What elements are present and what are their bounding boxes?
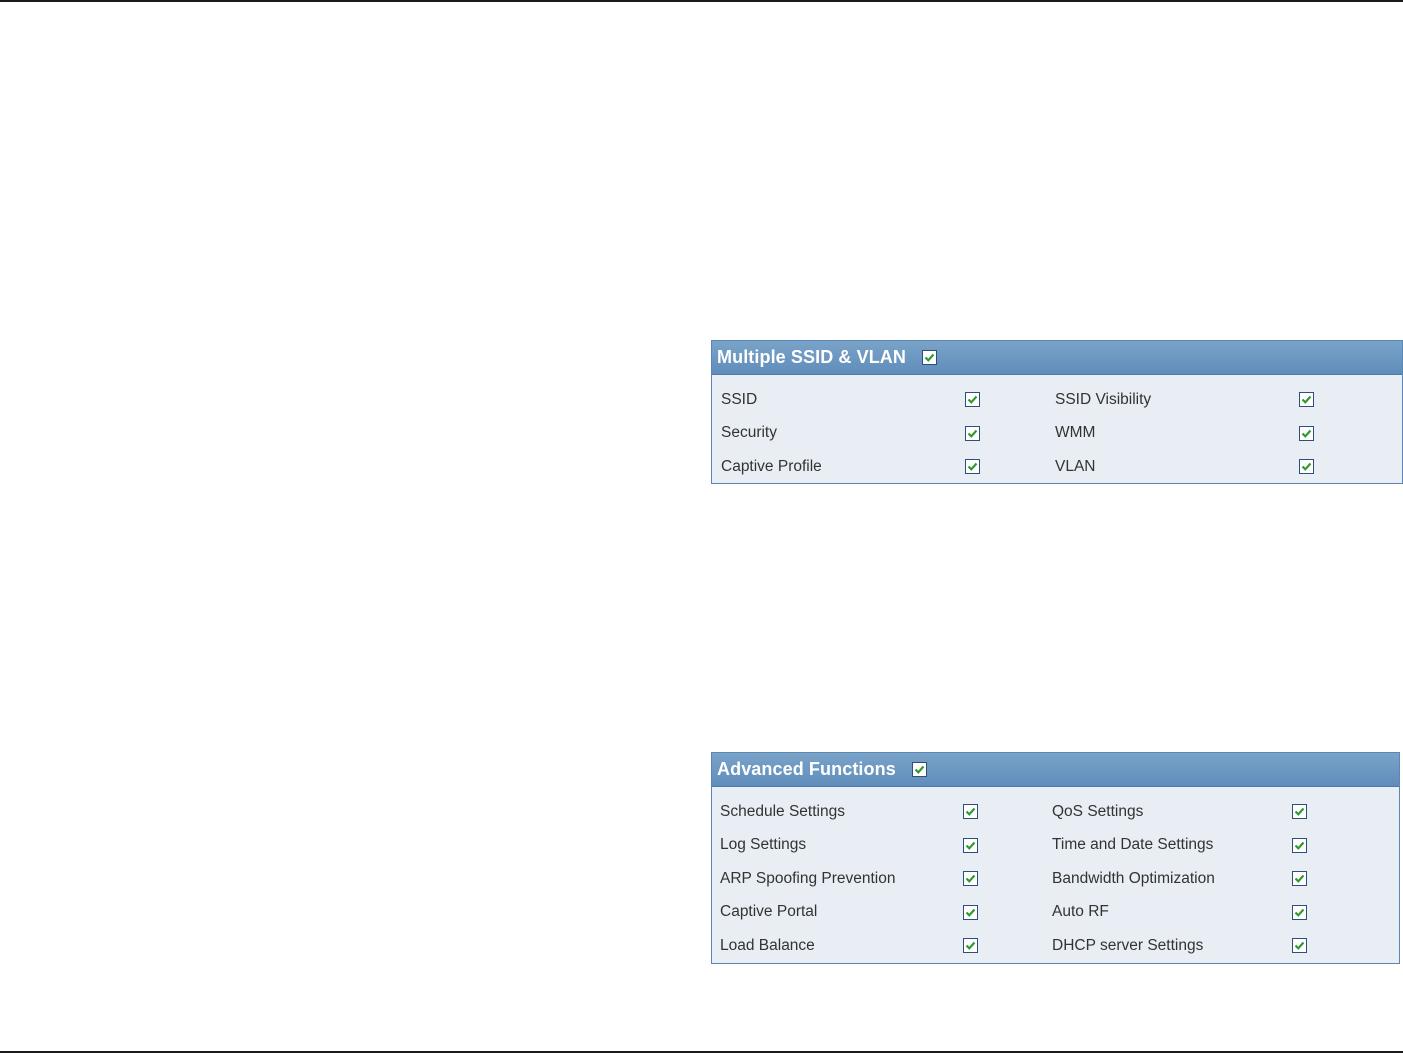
checkmark-icon	[924, 353, 935, 362]
multiple-ssid-vlan-panel: Multiple SSID & VLAN SSID SSID Visibilit…	[711, 340, 1403, 484]
load-balance-label: Load Balance	[720, 936, 815, 954]
checkmark-icon	[967, 463, 978, 472]
checkmark-icon	[965, 908, 976, 917]
vlan-label: VLAN	[1055, 457, 1096, 475]
dhcp-server-settings-checkbox[interactable]	[1292, 938, 1307, 954]
checkmark-icon	[965, 841, 976, 850]
schedule-settings-label: Schedule Settings	[720, 802, 845, 820]
qos-settings-checkbox[interactable]	[1292, 804, 1307, 820]
bandwidth-optimization-label: Bandwidth Optimization	[1052, 869, 1215, 887]
checkmark-icon	[965, 942, 976, 951]
table-row: Captive Portal Auto RF	[712, 896, 1399, 930]
panel-header: Advanced Functions	[712, 753, 1399, 787]
table-row: Log Settings Time and Date Settings	[712, 829, 1399, 863]
vlan-checkbox[interactable]	[1299, 459, 1314, 475]
arp-spoofing-label: ARP Spoofing Prevention	[720, 869, 896, 887]
checkmark-icon	[965, 875, 976, 884]
checkmark-icon	[1301, 463, 1312, 472]
ssid-visibility-label: SSID Visibility	[1055, 390, 1152, 408]
panel-title: Advanced Functions	[717, 759, 896, 779]
log-settings-label: Log Settings	[720, 836, 807, 854]
bottom-rule	[0, 1051, 1403, 1053]
load-balance-checkbox[interactable]	[963, 938, 978, 954]
captive-portal-label: Captive Portal	[720, 903, 818, 921]
captive-profile-checkbox[interactable]	[965, 459, 980, 475]
wmm-label: WMM	[1055, 424, 1096, 442]
table-row: Schedule Settings QoS Settings	[712, 795, 1399, 829]
security-checkbox[interactable]	[965, 425, 980, 441]
ssid-visibility-checkbox[interactable]	[1299, 392, 1314, 408]
checkmark-icon	[1301, 396, 1312, 405]
wmm-checkbox[interactable]	[1299, 425, 1314, 441]
ssid-label: SSID	[721, 390, 758, 408]
dhcp-server-settings-label: DHCP server Settings	[1052, 936, 1204, 954]
checkmark-icon	[1294, 908, 1305, 917]
checkmark-icon	[1294, 942, 1305, 951]
advanced-functions-checkbox[interactable]	[911, 762, 927, 777]
auto-rf-checkbox[interactable]	[1292, 904, 1307, 920]
panel-header: Multiple SSID & VLAN	[712, 341, 1402, 375]
time-date-settings-checkbox[interactable]	[1292, 837, 1307, 853]
ssid-checkbox[interactable]	[965, 392, 980, 408]
qos-settings-label: QoS Settings	[1052, 802, 1144, 820]
checkmark-icon	[965, 808, 976, 817]
captive-profile-label: Captive Profile	[721, 457, 822, 475]
checkmark-icon	[1294, 875, 1305, 884]
schedule-settings-checkbox[interactable]	[963, 804, 978, 820]
advanced-functions-panel: Advanced Functions Schedule Settings QoS…	[711, 752, 1400, 964]
checkmark-icon	[1294, 841, 1305, 850]
checkmark-icon	[967, 429, 978, 438]
table-row: Load Balance DHCP server Settings	[712, 929, 1399, 963]
panel-body: Schedule Settings QoS Settings Log Setti…	[712, 787, 1399, 963]
top-rule	[0, 0, 1403, 2]
time-date-settings-label: Time and Date Settings	[1052, 836, 1214, 854]
multiple-ssid-vlan-checkbox[interactable]	[922, 350, 938, 365]
table-row: Security WMM	[712, 417, 1402, 451]
checkmark-icon	[1294, 808, 1305, 817]
auto-rf-label: Auto RF	[1052, 903, 1109, 921]
security-label: Security	[721, 424, 777, 442]
panel-title: Multiple SSID & VLAN	[717, 347, 907, 367]
bandwidth-optimization-checkbox[interactable]	[1292, 871, 1307, 887]
table-row: ARP Spoofing Prevention Bandwidth Optimi…	[712, 862, 1399, 896]
panel-body: SSID SSID Visibility Security WMM Captiv…	[712, 375, 1402, 484]
log-settings-checkbox[interactable]	[963, 837, 978, 853]
table-row: Captive Profile VLAN	[712, 450, 1402, 484]
checkmark-icon	[1301, 429, 1312, 438]
checkmark-icon	[967, 396, 978, 405]
table-row: SSID SSID Visibility	[712, 383, 1402, 417]
checkmark-icon	[914, 765, 925, 774]
captive-portal-checkbox[interactable]	[963, 904, 978, 920]
arp-spoofing-checkbox[interactable]	[963, 871, 978, 887]
